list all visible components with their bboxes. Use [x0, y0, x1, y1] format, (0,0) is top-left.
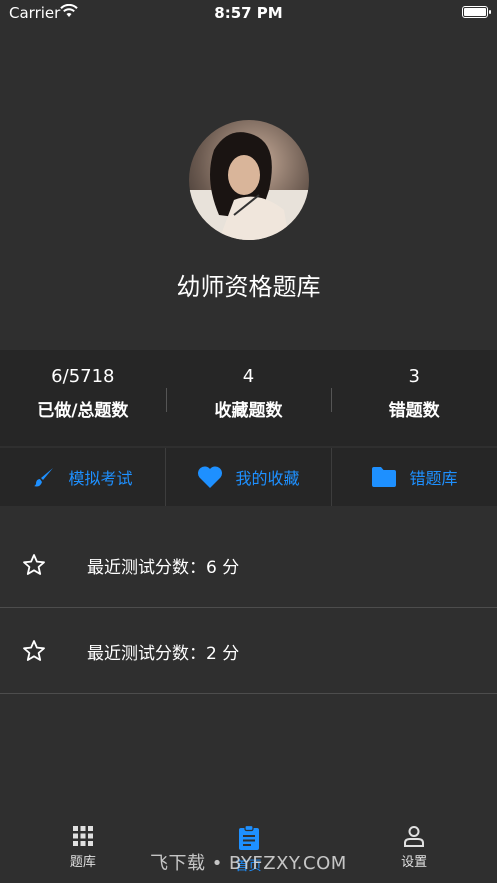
recent-score-row[interactable]: 最近测试分数：2 分 — [0, 608, 497, 694]
clock: 8:57 PM — [214, 4, 283, 22]
action-bar: 模拟考试 我的收藏 错题库 — [0, 448, 497, 506]
status-bar: Carrier 8:57 PM — [0, 0, 497, 26]
stat-favorites-label: 收藏题数 — [214, 401, 283, 421]
star-icon[interactable] — [22, 553, 46, 577]
stat-favorites-value: 4 — [242, 366, 255, 387]
tab-question-bank[interactable]: 题库 — [0, 810, 166, 883]
tab-question-bank-label: 题库 — [69, 855, 96, 870]
stat-favorites[interactable]: 4 收藏题数 — [165, 350, 332, 446]
stat-answered-label: 已做/总题数 — [37, 401, 129, 421]
clipboard-icon — [238, 825, 259, 850]
wrong-questions-label: 错题库 — [409, 469, 458, 488]
watermark: 飞下载 • BYFZXY.COM — [150, 853, 347, 874]
stat-answered[interactable]: 6/5718 已做/总题数 — [0, 350, 166, 446]
folder-icon — [372, 467, 397, 487]
my-favorites-button[interactable]: 我的收藏 — [165, 448, 331, 506]
wrong-questions-button[interactable]: 错题库 — [331, 448, 497, 506]
mock-exam-button[interactable]: 模拟考试 — [0, 448, 165, 506]
tab-settings-label: 设置 — [401, 855, 428, 870]
app-title: 幼师资格题库 — [176, 273, 321, 301]
person-icon — [404, 826, 425, 847]
recent-score-row[interactable]: 最近测试分数：6 分 — [0, 522, 497, 608]
brush-icon — [34, 468, 54, 487]
stat-wrong-label: 错题数 — [388, 401, 440, 421]
star-icon[interactable] — [22, 639, 46, 663]
heart-icon — [198, 466, 223, 488]
battery-icon — [462, 6, 491, 18]
my-favorites-label: 我的收藏 — [235, 469, 300, 488]
stat-answered-value: 6/5718 — [51, 366, 115, 387]
recent-score-text: 最近测试分数：6 分 — [87, 558, 240, 578]
grid-icon — [72, 826, 93, 846]
profile-avatar — [189, 120, 309, 240]
stats-bar: 6/5718 已做/总题数 4 收藏题数 3 错题数 — [0, 350, 497, 446]
stat-wrong[interactable]: 3 错题数 — [331, 350, 497, 446]
tab-settings[interactable]: 设置 — [331, 810, 497, 883]
stat-wrong-value: 3 — [408, 366, 420, 387]
avatar-photo — [189, 132, 309, 240]
mock-exam-label: 模拟考试 — [68, 469, 133, 488]
recent-score-text: 最近测试分数：2 分 — [87, 644, 240, 664]
